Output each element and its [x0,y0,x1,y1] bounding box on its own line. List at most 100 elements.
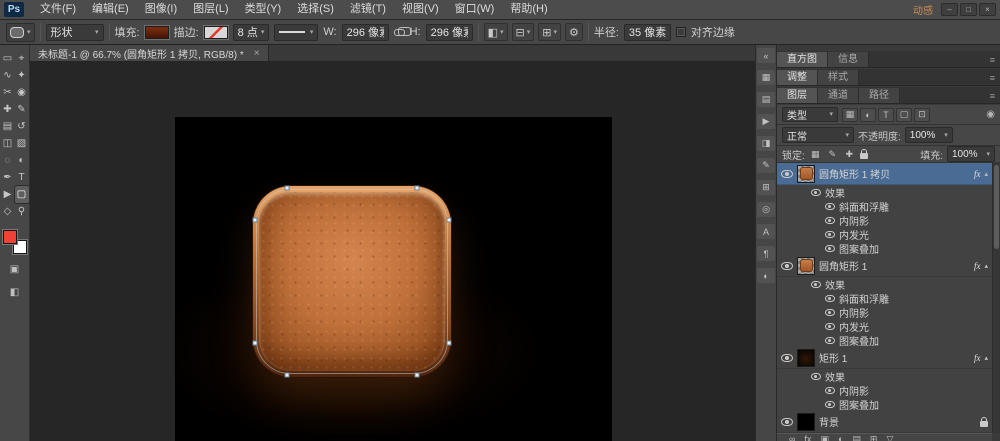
effect-row[interactable]: 斜面和浮雕 [777,199,992,213]
tool-history-brush-tool[interactable]: ↺ [15,118,29,135]
visibility-eye-icon[interactable] [825,401,835,408]
workspace-label[interactable]: 动感 [905,2,941,17]
visibility-eye-icon[interactable] [811,189,821,196]
path-anchor-point[interactable] [284,373,289,378]
menu-item[interactable]: 选择(S) [289,0,342,20]
panel-tab[interactable]: 通道 [818,88,859,103]
path-anchor-point[interactable] [447,340,452,345]
lock-image-icon[interactable]: ✎ [826,148,839,161]
menu-item[interactable]: 窗口(W) [447,0,503,20]
tool-spot-healing-tool[interactable]: ✚ [1,101,15,118]
menu-item[interactable]: 图像(I) [137,0,185,20]
panel-tab[interactable]: 样式 [818,70,859,85]
tool-rectangular-marquee-tool[interactable]: ▭ [1,50,15,67]
tool-move-tool[interactable]: ⌖ [15,50,29,67]
effect-row[interactable]: 斜面和浮雕 [777,291,992,305]
tool-rounded-rectangle-tool[interactable]: ▢ [15,186,29,203]
width-field[interactable]: 296 像素 [342,24,389,41]
tool-eraser-tool[interactable]: ◫ [1,135,15,152]
path-arrange-button[interactable]: ⊞▾ [538,23,561,41]
filter-adjustment-layers-icon[interactable]: ◐ [860,108,876,122]
tool-gradient-tool[interactable]: ▨ [15,135,29,152]
quick-mask-button[interactable]: ▣ [7,262,23,277]
visibility-eye-icon[interactable] [825,203,835,210]
fx-collapse-icon[interactable]: ▴ [984,262,988,270]
stroke-style-select[interactable]: ▾ [274,24,318,41]
visibility-eye-icon[interactable] [825,231,835,238]
tool-hand-tool[interactable]: ◇ [1,203,15,220]
tool-mode-select[interactable]: 形状 ▾ [46,24,104,41]
adjustments-panel-icon[interactable]: ◎ [757,202,775,217]
clone-source-panel-icon[interactable]: ⊞ [757,180,775,195]
visibility-eye-icon[interactable] [781,170,793,178]
lock-position-icon[interactable]: ✚ [843,148,856,161]
screen-mode-button[interactable]: ◧ [7,285,23,300]
filter-pixel-layers-icon[interactable]: ▦ [842,108,858,122]
actions-panel-icon[interactable]: ▶ [757,114,775,129]
panel-tab[interactable]: 图层 [777,88,818,103]
link-dimensions-icon[interactable] [394,29,405,36]
panel-menu-icon[interactable]: ≡ [990,55,1000,67]
effects-group-row[interactable]: 效果 [777,277,992,291]
menu-item[interactable]: 滤镜(T) [342,0,394,20]
menu-item[interactable]: 图层(L) [185,0,236,20]
menu-item[interactable]: 编辑(E) [84,0,137,20]
visibility-eye-icon[interactable] [825,309,835,316]
layer-group-icon[interactable]: ▤ [852,435,861,441]
tool-eyedropper-tool[interactable]: ◉ [15,84,29,101]
opacity-field[interactable]: 100% ▾ [905,127,953,143]
layer-row[interactable]: 圆角矩形 1fx▴ [777,255,992,277]
menu-item[interactable]: 文件(F) [32,0,84,20]
paragraph-panel-icon[interactable]: ¶ [757,246,775,261]
panel-menu-icon[interactable]: ≡ [990,91,1000,103]
tool-path-selection-tool[interactable]: ▶ [1,186,15,203]
swatches-panel-icon[interactable]: ▤ [757,92,775,107]
effect-row[interactable]: 内发光 [777,319,992,333]
effects-group-row[interactable]: 效果 [777,369,992,383]
properties-panel-icon[interactable]: ◨ [757,136,775,151]
rounded-square-shape[interactable] [253,186,451,377]
panel-tab[interactable]: 调整 [777,70,818,85]
fx-collapse-icon[interactable]: ▴ [984,170,988,178]
adjustment-layer-icon[interactable]: ◐ [838,435,843,441]
visibility-eye-icon[interactable] [825,387,835,394]
panel-tab[interactable]: 路径 [859,88,900,103]
tool-pen-tool[interactable]: ✒ [1,169,15,186]
fill-opacity-field[interactable]: 100% ▾ [947,146,995,162]
visibility-eye-icon[interactable] [825,245,835,252]
effects-group-row[interactable]: 效果 [777,185,992,199]
blend-mode-select[interactable]: 正常 ▾ [782,127,854,143]
visibility-eye-icon[interactable] [781,418,793,426]
geometry-options-gear-button[interactable]: ⚙ [565,23,583,41]
menu-item[interactable]: 视图(V) [394,0,447,20]
filter-type-layers-icon[interactable]: T [878,108,894,122]
height-field[interactable]: 296 像素 [426,24,473,41]
layer-filter-toggle[interactable]: ◉ [986,109,995,120]
layer-mask-icon[interactable]: ▣ [820,435,829,441]
menu-item[interactable]: 帮助(H) [502,0,555,20]
visibility-eye-icon[interactable] [825,295,835,302]
align-edges-checkbox[interactable] [676,27,686,37]
restore-button[interactable]: □ [960,3,977,16]
visibility-eye-icon[interactable] [825,337,835,344]
tool-blur-tool[interactable]: ◌ [1,152,15,169]
effect-row[interactable]: 图案叠加 [777,333,992,347]
filter-smart-objects-icon[interactable]: ⊡ [914,108,930,122]
visibility-eye-icon[interactable] [811,373,821,380]
fill-color-swatch[interactable] [145,26,169,39]
link-layers-icon[interactable]: ∞ [789,435,795,441]
tool-type-tool[interactable]: T [15,169,29,186]
layer-style-icon[interactable]: fx [804,435,811,441]
visibility-eye-icon[interactable] [825,217,835,224]
scrollbar-thumb[interactable] [994,165,999,249]
effect-row[interactable]: 内阴影 [777,305,992,319]
path-operations-button[interactable]: ◧▾ [484,23,508,41]
path-anchor-point[interactable] [252,340,257,345]
path-anchor-point[interactable] [447,218,452,223]
filter-kind-select[interactable]: 类型 ▾ [782,107,838,122]
layer-comps-panel-icon[interactable]: ◐ [757,268,775,283]
visibility-eye-icon[interactable] [781,262,793,270]
canvas[interactable] [175,117,612,441]
fx-collapse-icon[interactable]: ▴ [984,354,988,362]
tool-dodge-tool[interactable]: ◐ [15,152,29,169]
